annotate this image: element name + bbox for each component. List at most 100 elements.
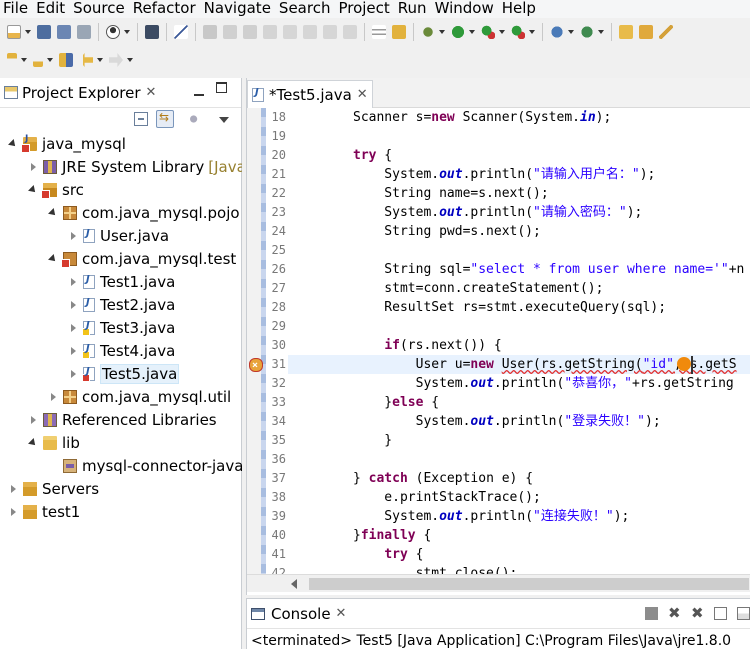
new-project-dropdown-icon[interactable]	[568, 30, 574, 34]
code-line[interactable]: stmt=conn.createStatement();	[288, 279, 750, 298]
external-tools-icon[interactable]	[511, 25, 525, 39]
code-line[interactable]: String pwd=s.next();	[288, 222, 750, 241]
close-icon[interactable]: ✕	[146, 85, 157, 100]
close-icon[interactable]: ✕	[357, 87, 368, 102]
clear-console-icon[interactable]	[714, 607, 727, 620]
use-step-filters-icon[interactable]	[372, 25, 386, 39]
tree-user-java[interactable]: User.java	[68, 224, 169, 247]
code-line[interactable]: try {	[288, 146, 750, 165]
collapsed-arrow-icon[interactable]	[8, 484, 18, 494]
focus-on-active-task-icon[interactable]	[188, 112, 202, 126]
scroll-left-icon[interactable]	[291, 579, 297, 589]
collapsed-arrow-icon[interactable]	[68, 277, 78, 287]
tree-test2-java[interactable]: Test2.java	[68, 293, 175, 316]
code-line[interactable]	[288, 127, 750, 146]
scroll-lock-icon[interactable]	[737, 607, 750, 620]
collapsed-arrow-icon[interactable]	[28, 162, 38, 172]
terminate-icon[interactable]	[645, 607, 658, 620]
next-annotation-icon[interactable]	[7, 53, 17, 67]
code-line[interactable]: e.printStackTrace();	[288, 488, 750, 507]
console-tab[interactable]: Console ✕	[247, 605, 346, 623]
menu-navigate[interactable]: Navigate	[201, 0, 276, 18]
run-coverage-icon[interactable]	[481, 25, 495, 39]
tree-referenced-libraries[interactable]: Referenced Libraries	[28, 408, 217, 431]
coverage-dropdown-icon[interactable]	[499, 30, 505, 34]
collapsed-arrow-icon[interactable]	[68, 369, 78, 379]
close-icon[interactable]: ✕	[336, 606, 347, 621]
open-type-icon[interactable]	[392, 25, 406, 39]
tree-project-java-mysql[interactable]: java_mysql	[8, 132, 126, 155]
code-line[interactable]: try {	[288, 545, 750, 564]
menu-run[interactable]: Run	[395, 0, 432, 18]
run-icon[interactable]	[451, 25, 465, 39]
collapsed-arrow-icon[interactable]	[8, 507, 18, 517]
user-icon[interactable]	[106, 25, 120, 39]
menu-edit[interactable]: Edit	[33, 0, 70, 18]
menu-window[interactable]: Window	[432, 0, 499, 18]
tree-test5-java[interactable]: Test5.java	[68, 362, 180, 385]
tree-test4-java[interactable]: Test4.java	[68, 339, 175, 362]
menu-file[interactable]: File	[0, 0, 33, 18]
code-line[interactable]	[288, 450, 750, 469]
expanded-arrow-icon[interactable]	[8, 139, 18, 149]
tree-test3-java[interactable]: Test3.java	[68, 316, 175, 339]
menu-help[interactable]: Help	[499, 0, 541, 18]
open-task-icon[interactable]	[639, 25, 653, 39]
external-tools-dropdown-icon[interactable]	[529, 30, 535, 34]
menu-refactor[interactable]: Refactor	[130, 0, 201, 18]
code-line[interactable]: Scanner s=new Scanner(System.in);	[288, 108, 750, 127]
collapsed-arrow-icon[interactable]	[68, 231, 78, 241]
print-icon[interactable]	[77, 25, 91, 39]
expanded-arrow-icon[interactable]	[28, 185, 38, 195]
menu-search[interactable]: Search	[276, 0, 336, 18]
terminal-icon[interactable]	[145, 25, 159, 39]
tree-package-test[interactable]: com.java_mysql.test	[48, 247, 236, 270]
code-line[interactable]: System.out.println("请输入密码：");	[288, 203, 750, 222]
code-line[interactable]: if(rs.next()) {	[288, 336, 750, 355]
debug-icon[interactable]	[421, 25, 435, 39]
tree-lib[interactable]: lib	[28, 431, 80, 454]
code-line[interactable]: String name=s.next();	[288, 184, 750, 203]
code-line[interactable]: System.out.println("登录失败！");	[288, 412, 750, 431]
new-java-project-icon[interactable]	[550, 25, 564, 39]
tree-test1-java[interactable]: Test1.java	[68, 270, 175, 293]
new-icon[interactable]	[7, 25, 21, 39]
link-with-editor-icon[interactable]	[156, 110, 174, 128]
tree-package-util[interactable]: com.java_mysql.util	[48, 385, 231, 408]
new-class-icon[interactable]	[580, 25, 594, 39]
run-dropdown-icon[interactable]	[469, 30, 475, 34]
back-icon[interactable]	[79, 53, 93, 67]
tree-jre-system-library[interactable]: JRE System Library [Java	[28, 155, 246, 178]
tree-mysql-connector[interactable]: mysql-connector-java	[48, 454, 243, 477]
code-line[interactable]	[288, 241, 750, 260]
vertical-ruler[interactable]	[247, 108, 261, 574]
project-explorer-tab[interactable]: Project Explorer ✕	[0, 78, 160, 108]
debug-dropdown-icon[interactable]	[439, 30, 445, 34]
maximize-icon[interactable]	[216, 82, 227, 93]
save-icon[interactable]	[37, 25, 51, 39]
last-edit-location-icon[interactable]	[59, 53, 73, 67]
code-text[interactable]: Scanner s=new Scanner(System.in); try { S…	[288, 108, 750, 574]
expanded-arrow-icon[interactable]	[28, 438, 38, 448]
collapsed-arrow-icon[interactable]	[68, 323, 78, 333]
tree-src[interactable]: src	[28, 178, 84, 201]
editor-tab-test5[interactable]: *Test5.java ✕	[247, 80, 373, 108]
collapsed-arrow-icon[interactable]	[28, 415, 38, 425]
save-all-icon[interactable]	[57, 25, 71, 39]
edit-icon[interactable]	[659, 25, 673, 39]
code-line[interactable]: System.out.println("请输入用户名：");	[288, 165, 750, 184]
code-line[interactable]	[288, 317, 750, 336]
remove-launch-icon[interactable]: ✖	[668, 606, 681, 621]
user-dropdown-icon[interactable]	[124, 30, 130, 34]
menu-project[interactable]: Project	[335, 0, 394, 18]
code-line[interactable]: }finally {	[288, 526, 750, 545]
expanded-arrow-icon[interactable]	[48, 254, 58, 264]
code-line[interactable]: stmt.close();	[288, 564, 750, 574]
collapsed-arrow-icon[interactable]	[68, 346, 78, 356]
tree-servers[interactable]: Servers	[8, 477, 99, 500]
expanded-arrow-icon[interactable]	[48, 208, 58, 218]
tree-test1-project[interactable]: test1	[8, 500, 80, 523]
code-area[interactable]: 18 19 20 21 22 23 24 25 26 27 28 29 30 3132 33 34 35 36 37…	[247, 108, 750, 574]
view-menu-icon[interactable]	[219, 117, 229, 123]
code-line[interactable]: } catch (Exception e) {	[288, 469, 750, 488]
